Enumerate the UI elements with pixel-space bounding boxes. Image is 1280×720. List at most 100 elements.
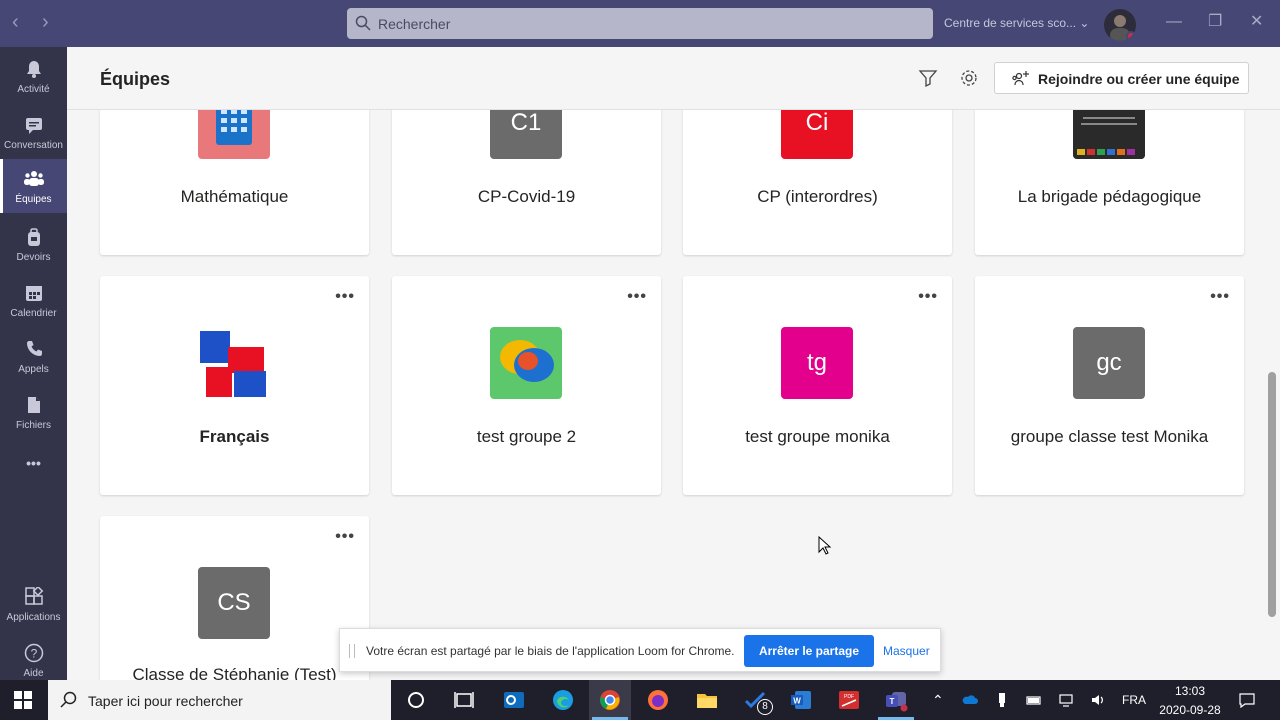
team-name: La brigade pédagogique — [1017, 187, 1202, 206]
search-input[interactable]: Rechercher — [347, 8, 933, 39]
join-button-label: Rejoindre ou créer une équipe — [1038, 71, 1240, 87]
todo-badge: 8 — [757, 699, 773, 715]
team-initials: CS — [217, 589, 251, 616]
rail-item-activite[interactable]: Activité — [0, 49, 67, 103]
team-tile: tg — [781, 327, 853, 399]
more-options-icon[interactable]: ••• — [627, 288, 647, 306]
drag-handle-icon[interactable] — [349, 644, 355, 658]
windows-start-icon[interactable] — [14, 691, 32, 709]
team-name: groupe classe test Monika — [1010, 427, 1209, 446]
phone-icon — [27, 341, 42, 356]
team-card[interactable]: ••• tg test groupe monika — [683, 276, 952, 495]
scrollbar[interactable] — [1268, 372, 1276, 617]
chevron-down-icon: ⌄ — [1079, 16, 1090, 30]
file-icon — [28, 397, 40, 413]
bell-icon — [27, 61, 41, 78]
filter-icon[interactable] — [918, 68, 938, 88]
svg-text:PDF: PDF — [844, 694, 854, 700]
team-tile: CS — [198, 567, 270, 639]
more-options-icon[interactable]: ••• — [335, 528, 355, 546]
rail-label: Calendrier — [10, 308, 57, 319]
rail-item-equipes[interactable]: Équipes — [0, 159, 67, 213]
chevron-left-icon[interactable]: ‹ — [12, 12, 19, 32]
rail-item-conversation[interactable]: Conversation — [0, 105, 67, 159]
team-name: test groupe monika — [745, 427, 890, 446]
minimize-icon[interactable]: — — [1166, 14, 1182, 30]
hide-button[interactable]: Masquer — [883, 644, 930, 658]
team-name: Classe de Stéphanie (Test) — [132, 665, 337, 680]
backpack-icon — [28, 228, 40, 246]
stop-sharing-button[interactable]: Arrêter le partage — [744, 635, 874, 667]
team-card[interactable]: ••• gc groupe classe test Monika — [975, 276, 1244, 495]
notification-icon[interactable] — [1239, 692, 1255, 708]
onedrive-icon[interactable] — [962, 692, 978, 708]
maximize-icon[interactable]: ❐ — [1208, 14, 1222, 30]
rail-item-calendrier[interactable]: Calendrier — [0, 273, 67, 327]
team-name: test groupe 2 — [476, 427, 577, 446]
chevron-up-icon[interactable]: ⌃ — [932, 692, 944, 709]
chevron-right-icon[interactable]: › — [42, 12, 49, 32]
rail-item-fichiers[interactable]: Fichiers — [0, 385, 67, 439]
page-header: Équipes Rejoindre ou créer une équipe — [67, 47, 1280, 110]
volume-icon[interactable] — [1090, 692, 1106, 708]
chrome-icon[interactable] — [598, 688, 622, 712]
teams-icon — [24, 171, 44, 186]
help-icon: ? — [24, 643, 44, 663]
title-bar: ‹ › Rechercher Centre de services sco...… — [0, 0, 1280, 47]
rail-item-devoirs[interactable]: Devoirs — [0, 217, 67, 271]
team-card[interactable]: ••• test groupe 2 — [392, 276, 661, 495]
language-indicator[interactable]: FRA — [1122, 693, 1146, 707]
pdf-icon[interactable]: PDF — [837, 688, 861, 712]
team-name: Français — [199, 427, 270, 446]
team-initials: tg — [806, 349, 827, 376]
outlook-icon[interactable] — [502, 688, 526, 712]
rail-item-aide[interactable]: ? Aide — [0, 633, 67, 687]
cortana-icon[interactable] — [404, 688, 428, 712]
share-message: Votre écran est partagé par le biais de … — [366, 644, 735, 658]
francais-logo-icon — [200, 331, 266, 397]
more-options-icon[interactable]: ••• — [335, 288, 355, 306]
task-view-icon[interactable] — [452, 688, 476, 712]
battery-icon[interactable] — [1026, 692, 1042, 708]
clock-time[interactable]: 13:03 — [1160, 684, 1220, 698]
taskbar-search-input[interactable]: Taper ici pour rechercher — [48, 680, 391, 720]
main-content: Équipes Rejoindre ou créer une équipe Ma… — [67, 47, 1280, 680]
org-name: Centre de services sco... — [944, 16, 1077, 30]
rail-item-applications[interactable]: Applications — [0, 577, 67, 631]
edge-icon[interactable] — [551, 688, 575, 712]
join-create-team-button[interactable]: Rejoindre ou créer une équipe — [994, 62, 1249, 94]
teams-app-icon[interactable]: T — [884, 688, 908, 712]
file-explorer-icon[interactable] — [695, 688, 719, 712]
rail-item-appels[interactable]: Appels — [0, 329, 67, 383]
more-options-icon[interactable]: ••• — [1210, 288, 1230, 306]
firefox-icon[interactable] — [646, 688, 670, 712]
avatar[interactable] — [1104, 9, 1136, 41]
rail-more-button[interactable]: ••• — [0, 449, 67, 503]
network-icon[interactable] — [1058, 692, 1074, 708]
rail-label: Devoirs — [16, 252, 51, 263]
gear-icon[interactable] — [959, 68, 979, 88]
org-switcher[interactable]: Centre de services sco... ⌄ — [944, 16, 1089, 30]
more-options-icon[interactable]: ••• — [918, 288, 938, 306]
chat-icon — [26, 118, 42, 134]
team-name: Mathématique — [180, 187, 289, 206]
chat-bubbles-icon — [500, 340, 554, 382]
rail-label: Conversation — [4, 140, 63, 151]
usb-icon[interactable] — [994, 692, 1010, 708]
clock-date[interactable]: 2020-09-28 — [1152, 703, 1228, 717]
close-icon[interactable]: ✕ — [1250, 14, 1263, 30]
search-icon — [355, 15, 371, 31]
team-tile — [198, 327, 270, 399]
more-icon: ••• — [26, 455, 41, 471]
rail-label: Équipes — [15, 194, 52, 205]
cursor-icon — [818, 536, 832, 555]
team-card[interactable]: ••• CS Classe de Stéphanie (Test) — [100, 516, 369, 680]
word-icon[interactable]: W — [789, 688, 813, 712]
team-card[interactable]: ••• Français — [100, 276, 369, 495]
rail-label: Appels — [18, 364, 49, 375]
search-placeholder: Rechercher — [378, 16, 451, 32]
rail-label: Fichiers — [15, 420, 51, 431]
team-tile: gc — [1073, 327, 1145, 399]
page-title: Équipes — [100, 69, 171, 89]
app-rail: Activité Conversation Équipes Devoirs Ca… — [0, 47, 67, 680]
